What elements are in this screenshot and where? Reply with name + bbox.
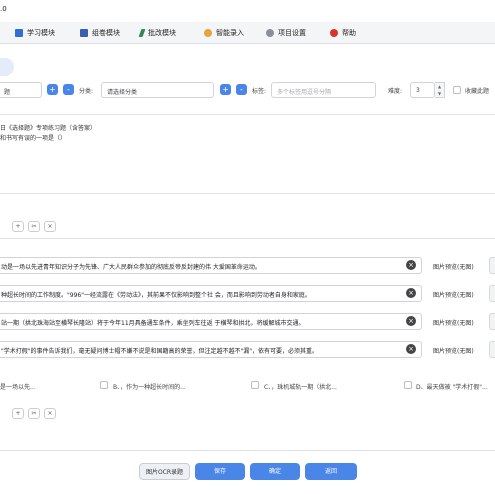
close-icon[interactable]: × [44,408,56,419]
divider [0,238,495,239]
question-type-value: 题 [4,89,11,96]
menu-bar: 学习模块 组卷模块 批改模块 智能录入 项目设置 帮助 [0,22,495,44]
footer-divider [0,450,495,451]
remove-type-button[interactable]: - [63,84,74,95]
tags-placeholder: 多个标签用逗号分隔 [277,89,332,96]
list-icon [80,29,88,37]
answer-c-label[interactable]: C、，珠机城轨一期（拱北... [264,382,337,391]
difficulty-stepper[interactable]: ▲ ▼ [435,82,445,98]
spark-icon [204,29,212,37]
option-b-text: 种超长时间的工作制度。"996"一经流露在《劳动法》，其前果不仅影响到整个社 会… [1,292,311,299]
category-placeholder: 请选择分类 [107,89,138,96]
side-tab[interactable] [0,58,14,76]
favorite-checkbox[interactable] [453,86,461,94]
cut-icon[interactable]: ✂ [28,408,40,419]
add-category-button[interactable]: + [220,84,231,95]
title-bar: .0 [0,0,495,20]
menu-study-label: 学习模块 [27,29,55,37]
cut-icon[interactable]: ✂ [28,221,40,232]
remove-category-button[interactable]: - [236,84,247,95]
clear-option-d-icon[interactable]: × [406,344,416,354]
menu-study[interactable]: 学习模块 [15,28,55,38]
clear-option-c-icon[interactable]: × [406,316,416,326]
option-input-d[interactable]: "学术打假"的事件告诉我们，毫无疑问博士帽不嫌不说是和国籍高的荣誉，但注定越不越… [0,341,422,358]
question-line-2: 和书写有误的一项是（） [0,135,67,142]
plus-icon[interactable]: + [12,221,24,232]
option-input-b[interactable]: 种超长时间的工作制度。"996"一经流露在《劳动法》，其前果不仅影响到整个社 会… [0,285,422,302]
difficulty-label: 难度: [388,88,403,95]
difficulty-spinbox[interactable]: 3 [410,82,435,98]
menu-settings-label: 项目设置 [278,29,306,37]
category-select[interactable]: 请选择分类 [101,82,214,98]
clear-option-b-icon[interactable]: × [406,288,416,298]
option-c-upload[interactable] [489,313,495,330]
menu-help[interactable]: 帮助 [330,28,356,38]
menu-paper[interactable]: 组卷模块 [80,28,120,38]
question-line-1: 日《选择题》专项练习题（含答案） [0,125,97,132]
answer-c-checkbox[interactable] [251,381,259,389]
gear-icon [266,29,274,37]
option-a-preview[interactable]: 图片预览(无图) [433,262,474,271]
answer-d-label[interactable]: D、最天做被 "学术打假"... [416,382,488,391]
menu-smart-input[interactable]: 智能录入 [204,28,244,38]
favorite-label: 收藏此题 [465,88,490,95]
menu-grading[interactable]: 批改模块 [138,28,176,38]
ocr-button[interactable]: 图片OCR录题 [139,463,190,480]
tags-input[interactable]: 多个标签用逗号分隔 [271,82,376,98]
close-icon[interactable]: × [44,221,56,232]
window-title: .0 [0,5,7,13]
add-type-button[interactable]: + [47,84,58,95]
option-d-preview[interactable]: 图片预览(无图) [433,346,474,355]
menu-settings[interactable]: 项目设置 [266,28,306,38]
menu-paper-label: 组卷模块 [92,29,120,37]
option-b-upload[interactable] [489,285,495,302]
option-a-upload[interactable] [489,257,495,274]
option-d-text: "学术打假"的事件告诉我们，毫无疑问博士帽不嫌不说是和国籍高的荣誉，但注定越不越… [1,348,319,355]
grid-icon [15,29,23,37]
difficulty-value: 3 [416,87,420,94]
question-type-select[interactable]: 题 [0,82,42,98]
option-input-a[interactable]: 动是一场以先进青年知识分子为先锋、广大人民群众参加的彻底反帝反封建的伟 大爱国革… [0,257,422,274]
confirm-button[interactable]: 确定 [250,463,300,480]
option-input-c[interactable]: 站一期（拱北珠海站至横琴长隆站）将于今年11月具备通车条件，乘坐列车往返 于横琴… [0,313,422,330]
category-label: 分类: [79,88,94,95]
menu-grading-label: 批改模块 [148,29,176,37]
help-icon [330,29,338,37]
answer-d-checkbox[interactable] [404,381,412,389]
option-a-text: 动是一场以先进青年知识分子为先锋、广大人民群众参加的彻底反帝反封建的伟 大爱国革… [1,264,261,271]
option-c-text: 站一期（拱北珠海站至横琴长隆站）将于今年11月具备通车条件，乘坐列车往返 于横琴… [1,320,305,327]
option-d-upload[interactable] [489,341,495,358]
plus-icon[interactable]: + [12,408,24,419]
menu-help-label: 帮助 [342,29,356,37]
answer-b-label[interactable]: B、，作为一种超长时间的... [113,382,186,391]
menu-smart-input-label: 智能录入 [216,29,244,37]
tags-label: 标签: [252,88,267,95]
back-button[interactable]: 返回 [305,463,357,480]
option-c-preview[interactable]: 图片预览(无图) [433,318,474,327]
answer-b-checkbox[interactable] [100,381,108,389]
option-b-preview[interactable]: 图片预览(无图) [433,290,474,299]
clear-option-a-icon[interactable]: × [406,260,416,270]
pen-icon [138,29,146,37]
save-button[interactable]: 保存 [195,463,245,480]
question-editor[interactable]: 日《选择题》专项练习题（含答案） 和书写有误的一项是（） [0,114,495,194]
answer-a-label[interactable]: 是一场以先... [0,382,36,391]
